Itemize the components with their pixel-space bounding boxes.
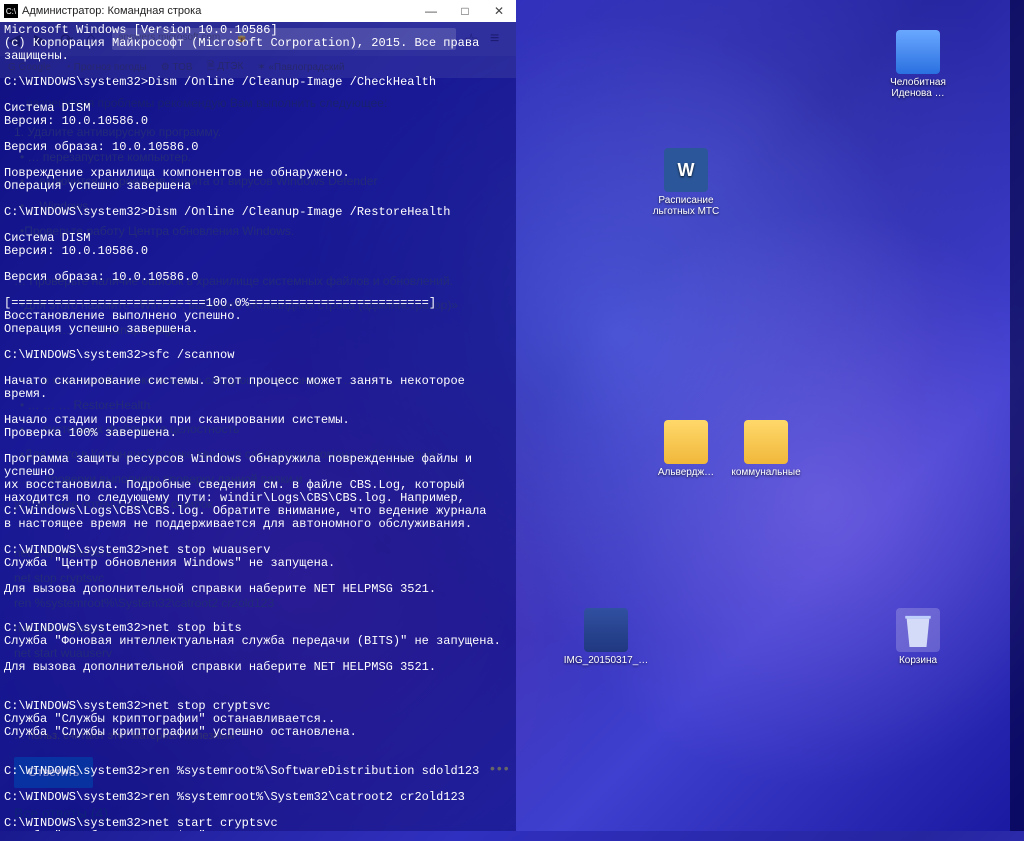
desktop-icon[interactable]: Корзина bbox=[880, 608, 956, 666]
desktop-icon-label: Корзина bbox=[899, 655, 937, 666]
desktop-icon[interactable]: Челобитная Иденова … bbox=[880, 30, 956, 99]
folder-icon bbox=[744, 420, 788, 464]
desktop-edge bbox=[1010, 0, 1024, 831]
terminal-output[interactable]: Microsoft Windows [Version 10.0.10586] (… bbox=[0, 22, 516, 831]
desktop-icon[interactable]: W Расписание льготных МТС bbox=[648, 148, 724, 217]
generic-icon bbox=[896, 30, 940, 74]
more-icon[interactable]: ••• bbox=[490, 760, 511, 776]
window-controls: — □ ✕ bbox=[414, 0, 516, 22]
word-icon: W bbox=[664, 148, 708, 192]
command-prompt-window: C:\ Администратор: Командная строка — □ … bbox=[0, 0, 516, 831]
desktop-icon-label: Челобитная Иденова … bbox=[890, 77, 946, 99]
window-title: Администратор: Командная строка bbox=[22, 5, 201, 17]
desktop-icon-label: коммунальные bbox=[731, 467, 800, 478]
maximize-button[interactable]: □ bbox=[448, 0, 482, 22]
desktop-icon-label: Альвердж… bbox=[658, 467, 714, 478]
titlebar[interactable]: C:\ Администратор: Командная строка — □ … bbox=[0, 0, 516, 22]
close-button[interactable]: ✕ bbox=[482, 0, 516, 22]
img-icon bbox=[584, 608, 628, 652]
bin-icon bbox=[896, 608, 940, 652]
desktop-icon-label: Расписание льготных МТС bbox=[653, 195, 720, 217]
desktop-icon-label: IMG_20150317_… bbox=[564, 655, 649, 666]
folder-icon bbox=[664, 420, 708, 464]
cmd-icon: C:\ bbox=[4, 4, 18, 18]
desktop-icon[interactable]: Альвердж… bbox=[648, 420, 724, 478]
minimize-button[interactable]: — bbox=[414, 0, 448, 22]
desktop-icon[interactable]: коммунальные bbox=[728, 420, 804, 478]
desktop-icon[interactable]: IMG_20150317_… bbox=[568, 608, 644, 666]
